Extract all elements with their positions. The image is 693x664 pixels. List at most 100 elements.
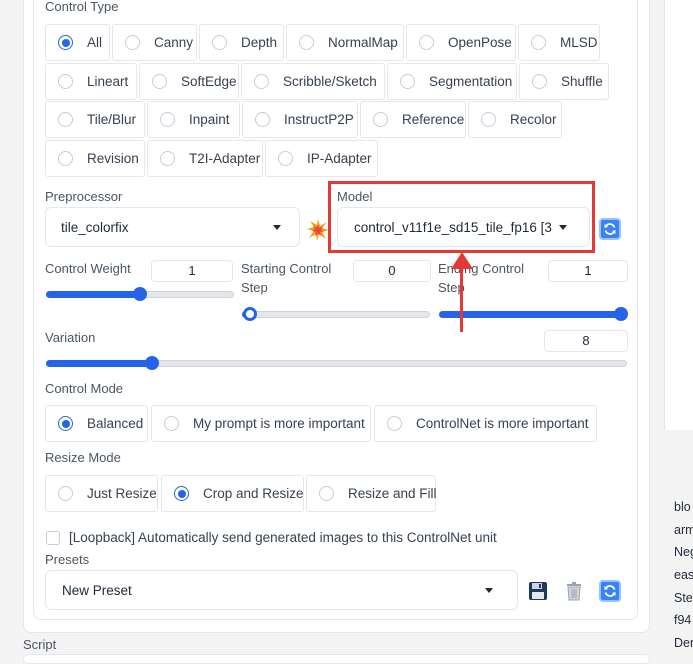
radio-icon bbox=[58, 416, 73, 431]
refresh-presets-button[interactable] bbox=[599, 580, 621, 602]
radio-icon bbox=[58, 74, 73, 89]
radio-icon bbox=[58, 35, 73, 50]
refresh-models-button[interactable] bbox=[599, 218, 621, 240]
control-type-depth[interactable]: Depth bbox=[199, 24, 284, 61]
variation-label: Variation bbox=[45, 330, 96, 345]
side-text-line: eas bbox=[674, 568, 693, 582]
resize-mode-resize-and-fill[interactable]: Resize and Fill bbox=[306, 475, 437, 512]
slider-fill bbox=[46, 291, 139, 298]
variation-input[interactable]: 8 bbox=[544, 330, 628, 352]
side-text-line: blo bbox=[674, 500, 691, 514]
variation-slider[interactable] bbox=[46, 356, 627, 370]
ending-step-input[interactable]: 1 bbox=[548, 260, 628, 282]
slider-fill bbox=[46, 360, 151, 367]
chevron-down-icon bbox=[273, 225, 281, 230]
radio-icon bbox=[152, 74, 167, 89]
save-preset-button[interactable] bbox=[527, 580, 549, 602]
radio-icon bbox=[387, 416, 402, 431]
control-type-tile-blur[interactable]: Tile/Blur bbox=[45, 101, 145, 138]
control-type-reference[interactable]: Reference bbox=[360, 101, 466, 138]
presets-label: Presets bbox=[45, 552, 90, 567]
chevron-down-icon bbox=[485, 588, 493, 593]
control-mode-prompt[interactable]: My prompt is more important bbox=[151, 405, 371, 442]
slider-thumb[interactable] bbox=[243, 307, 257, 321]
control-type-normalmap[interactable]: NormalMap bbox=[286, 24, 404, 61]
control-type-lineart[interactable]: Lineart bbox=[45, 63, 137, 100]
resize-mode-label: Resize Mode bbox=[45, 450, 121, 465]
radio-icon bbox=[164, 416, 179, 431]
radio-icon bbox=[125, 35, 140, 50]
radio-icon bbox=[58, 151, 73, 166]
radio-icon bbox=[174, 486, 189, 501]
slider-fill bbox=[439, 311, 627, 318]
resize-mode-crop-and-resize[interactable]: Crop and Resize bbox=[161, 475, 304, 512]
control-type-revision[interactable]: Revision bbox=[45, 140, 145, 177]
radio-icon bbox=[278, 151, 293, 166]
refresh-icon bbox=[604, 585, 616, 597]
presets-value: New Preset bbox=[62, 582, 132, 598]
radio-icon bbox=[319, 486, 334, 501]
annotation-arrow-shaft bbox=[460, 262, 463, 332]
floppy-disk-icon bbox=[529, 582, 547, 600]
slider-thumb[interactable] bbox=[133, 287, 147, 301]
side-text-line: arm bbox=[674, 523, 693, 537]
control-type-ip-adapter[interactable]: IP-Adapter bbox=[265, 140, 378, 177]
control-mode-controlnet[interactable]: ControlNet is more important bbox=[374, 405, 597, 442]
control-type-instructp2p[interactable]: InstructP2P bbox=[242, 101, 358, 138]
delete-preset-button[interactable] bbox=[563, 580, 585, 602]
annotation-arrow-head bbox=[451, 252, 473, 269]
side-text-line: Ste bbox=[674, 591, 693, 605]
presets-dropdown[interactable]: New Preset bbox=[45, 570, 518, 610]
highlight-box bbox=[328, 181, 595, 253]
starting-step-slider[interactable] bbox=[242, 307, 430, 321]
radio-icon bbox=[58, 486, 73, 501]
side-text-line: f94 bbox=[674, 613, 692, 627]
preprocessor-dropdown[interactable]: tile_colorfix bbox=[45, 207, 300, 247]
run-preprocessor-icon[interactable] bbox=[306, 218, 330, 242]
control-type-all[interactable]: All bbox=[45, 24, 110, 61]
loopback-label: [Loopback] Automatically send generated … bbox=[69, 530, 497, 545]
right-panel bbox=[664, 0, 693, 430]
radio-icon bbox=[160, 151, 175, 166]
radio-icon bbox=[531, 35, 546, 50]
radio-icon bbox=[299, 35, 314, 50]
control-type-mlsd[interactable]: MLSD bbox=[518, 24, 600, 61]
control-type-inpaint[interactable]: Inpaint bbox=[147, 101, 240, 138]
radio-icon bbox=[58, 112, 73, 127]
ending-step-slider[interactable] bbox=[439, 307, 628, 321]
slider-thumb[interactable] bbox=[145, 356, 159, 370]
control-weight-slider[interactable] bbox=[46, 287, 234, 301]
script-dropdown[interactable] bbox=[23, 654, 650, 664]
radio-icon bbox=[373, 112, 388, 127]
starting-step-label-line2: Step bbox=[241, 280, 268, 295]
starting-step-input[interactable]: 0 bbox=[353, 260, 431, 282]
preprocessor-value: tile_colorfix bbox=[61, 219, 129, 235]
control-type-recolor[interactable]: Recolor bbox=[468, 101, 562, 138]
trash-icon bbox=[567, 582, 581, 601]
control-weight-input[interactable]: 1 bbox=[151, 260, 233, 282]
control-mode-label: Control Mode bbox=[45, 381, 124, 396]
control-mode-balanced[interactable]: Balanced bbox=[45, 405, 148, 442]
radio-icon bbox=[160, 112, 175, 127]
radio-icon bbox=[419, 35, 434, 50]
control-type-openpose[interactable]: OpenPose bbox=[406, 24, 516, 61]
control-type-segmentation[interactable]: Segmentation bbox=[387, 63, 517, 100]
radio-icon bbox=[400, 74, 415, 89]
resize-mode-just-resize[interactable]: Just Resize bbox=[45, 475, 158, 512]
script-label: Script bbox=[23, 637, 57, 652]
control-type-scribble[interactable]: Scribble/Sketch bbox=[241, 63, 385, 100]
radio-icon bbox=[532, 74, 547, 89]
starting-step-label: Starting Control bbox=[241, 261, 332, 276]
control-type-t2i-adapter[interactable]: T2I-Adapter bbox=[147, 140, 263, 177]
side-text-line: Der bbox=[674, 636, 693, 650]
control-type-softedge[interactable]: SoftEdge bbox=[139, 63, 239, 100]
refresh-icon bbox=[604, 223, 616, 235]
control-type-label: Control Type bbox=[45, 0, 119, 14]
loopback-checkbox[interactable] bbox=[46, 531, 60, 545]
radio-icon bbox=[212, 35, 227, 50]
slider-thumb[interactable] bbox=[614, 307, 628, 321]
side-text-line: Neg bbox=[674, 545, 693, 559]
control-type-canny[interactable]: Canny bbox=[112, 24, 197, 61]
control-type-shuffle[interactable]: Shuffle bbox=[519, 63, 609, 100]
radio-icon bbox=[254, 74, 269, 89]
